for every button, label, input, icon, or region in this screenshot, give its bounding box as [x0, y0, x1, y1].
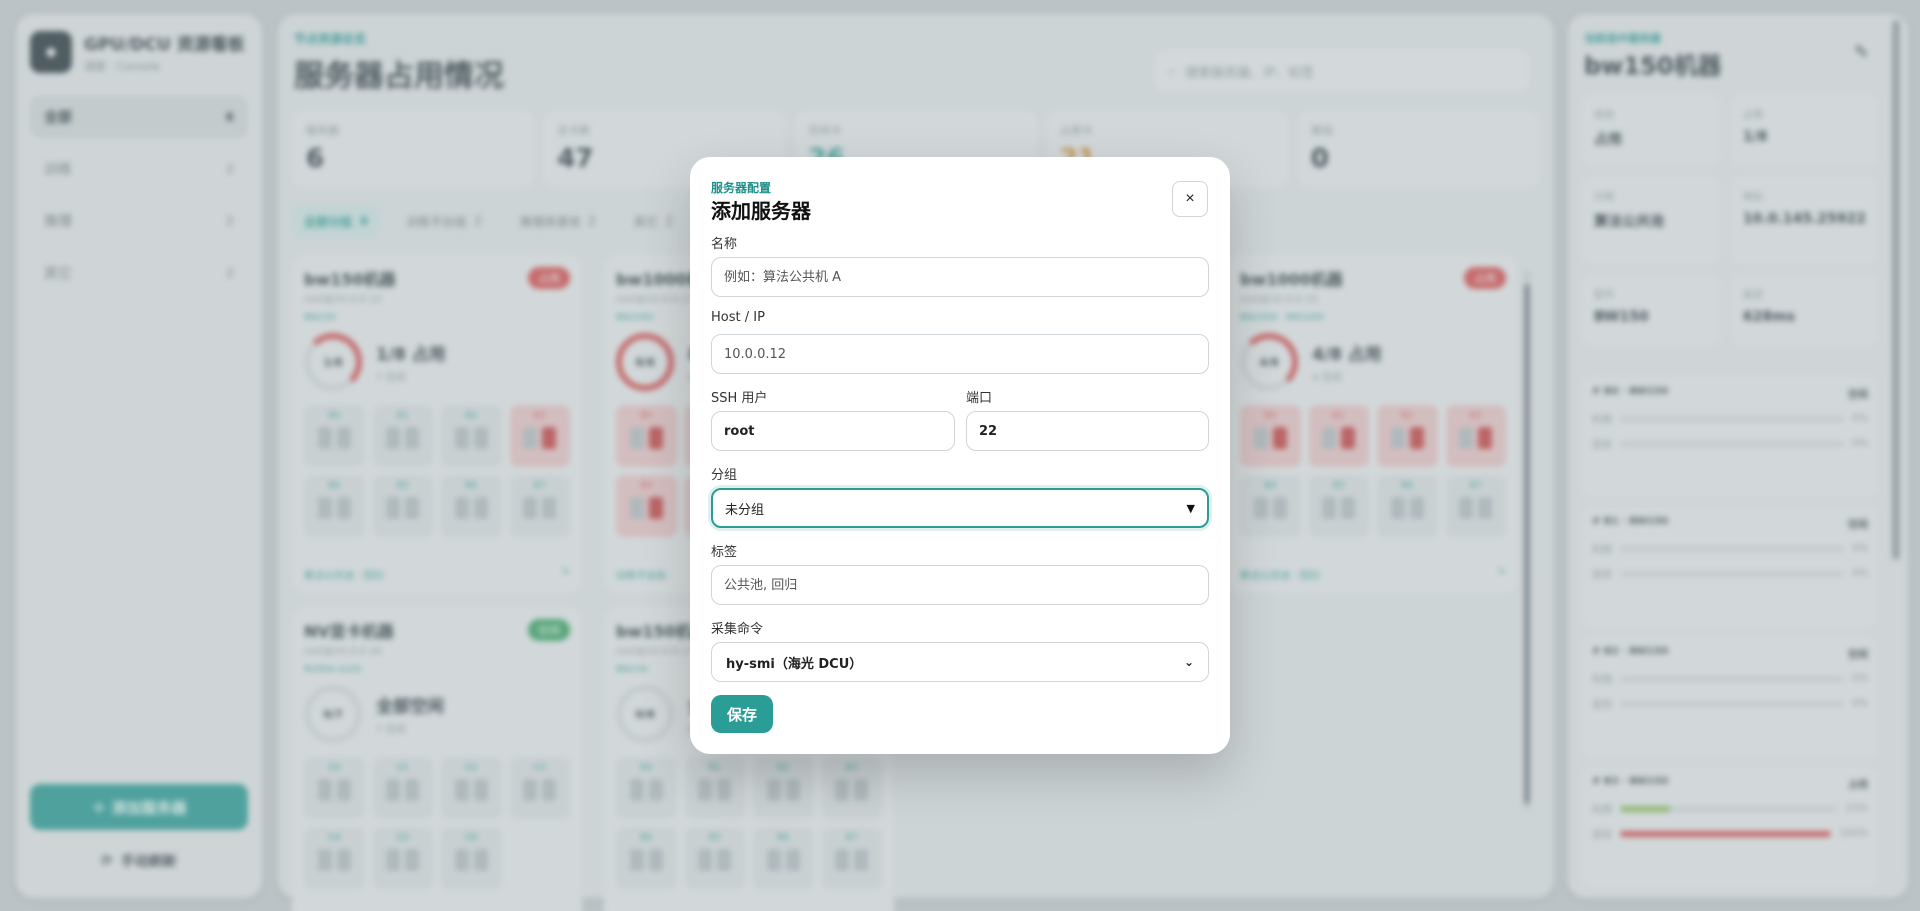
name-field-group: 名称	[711, 233, 1209, 297]
add-server-dialog: 服务器配置 添加服务器 × 名称 Host / IP SSH 用户 端口 分组 …	[690, 157, 1230, 754]
caret-down-icon: ▼	[1186, 501, 1195, 515]
group-select[interactable]: 未分组 ▼	[711, 488, 1209, 528]
tags-label: 标签	[711, 545, 738, 560]
host-input[interactable]	[711, 334, 1209, 374]
collect-command-value: hy-smi（海光 DCU）	[726, 656, 863, 672]
port-input[interactable]	[966, 411, 1209, 451]
close-icon: ×	[1185, 190, 1195, 207]
collect-command-label: 采集命令	[711, 622, 764, 637]
group-select-value: 未分组	[725, 502, 765, 518]
dialog-title: 添加服务器	[711, 199, 811, 223]
chevron-down-icon: ⌄	[1183, 655, 1194, 669]
ssh-user-field-group: SSH 用户	[711, 387, 955, 451]
port-label: 端口	[966, 391, 993, 406]
dialog-eyebrow: 服务器配置	[711, 181, 772, 195]
close-button[interactable]: ×	[1172, 181, 1208, 217]
name-input[interactable]	[711, 257, 1209, 297]
name-label: 名称	[711, 237, 738, 252]
host-field-group: Host / IP	[711, 310, 1209, 374]
save-button[interactable]: 保存	[711, 695, 773, 733]
collect-command-field-group: 采集命令 hy-smi（海光 DCU） ⌄	[711, 618, 1209, 682]
group-label: 分组	[711, 468, 738, 483]
collect-command-select[interactable]: hy-smi（海光 DCU） ⌄	[711, 642, 1209, 682]
tags-input[interactable]	[711, 565, 1209, 605]
host-label: Host / IP	[711, 310, 765, 325]
port-field-group: 端口	[966, 387, 1209, 451]
ssh-user-label: SSH 用户	[711, 391, 768, 406]
ssh-user-input[interactable]	[711, 411, 955, 451]
tags-field-group: 标签	[711, 541, 1209, 605]
group-field-group: 分组 未分组 ▼	[711, 464, 1209, 528]
